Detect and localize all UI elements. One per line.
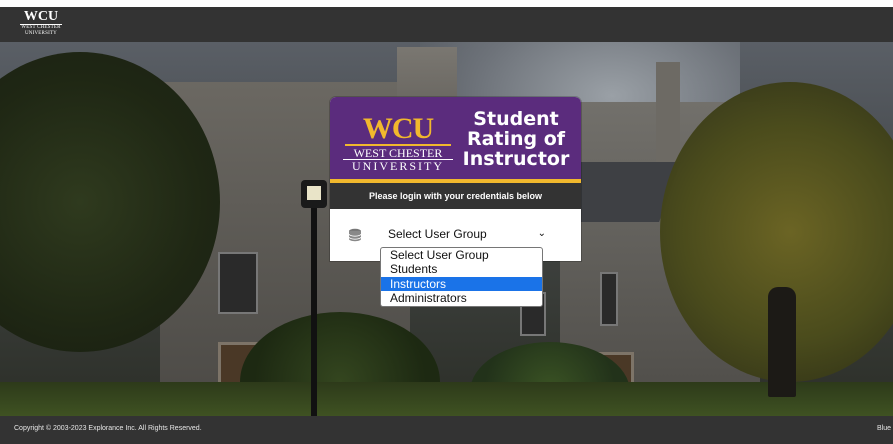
database-icon	[348, 228, 362, 242]
login-banner: WCU WEST CHESTER UNIVERSITY Student Rati…	[330, 97, 581, 183]
top-strip	[0, 0, 893, 7]
option-instructors[interactable]: Instructors	[381, 277, 542, 291]
statue	[768, 287, 796, 397]
app-title-line: Student	[473, 108, 559, 130]
top-bar: WCU WEST CHESTER UNIVERSITY	[0, 0, 893, 42]
footer: Copyright © 2003-2023 Explorance Inc. Al…	[0, 416, 893, 444]
option-students[interactable]: Students	[381, 262, 542, 276]
login-card: WCU WEST CHESTER UNIVERSITY Student Rati…	[330, 97, 581, 261]
logo-main: WCU	[20, 10, 62, 25]
footer-right-text: Blue	[876, 425, 891, 432]
lamp-post	[311, 192, 317, 416]
logo-line2: UNIVERSITY	[25, 31, 57, 36]
copyright-text: Copyright © 2003-2023 Explorance Inc. Al…	[14, 425, 202, 432]
app-title-line: Rating of	[466, 128, 566, 150]
login-instruction: Please login with your credentials below	[330, 183, 581, 209]
lamp-head	[301, 180, 327, 208]
option-administrators[interactable]: Administrators	[381, 291, 542, 305]
app-title: Student Rating of Instructor	[454, 109, 578, 169]
brand-line1: WEST CHESTER	[353, 146, 443, 160]
window	[600, 272, 618, 326]
user-group-selected-value: Select User Group	[388, 227, 487, 241]
wcu-header-logo[interactable]: WCU WEST CHESTER UNIVERSITY	[20, 10, 62, 38]
option-select-user-group[interactable]: Select User Group	[381, 248, 542, 262]
brand-main: WCU	[362, 112, 434, 145]
user-group-dropdown-list[interactable]: Select User Group Students Instructors A…	[380, 247, 543, 307]
chevron-down-icon: ⌄	[537, 228, 546, 239]
wcu-brand-logo: WCU WEST CHESTER UNIVERSITY	[343, 112, 453, 172]
brand-line2: UNIVERSITY	[343, 159, 453, 172]
grass	[0, 382, 893, 416]
user-group-select[interactable]: Select User Group ⌄	[382, 222, 552, 246]
arched-window	[218, 252, 258, 314]
app-title-line: Instructor	[462, 148, 570, 170]
